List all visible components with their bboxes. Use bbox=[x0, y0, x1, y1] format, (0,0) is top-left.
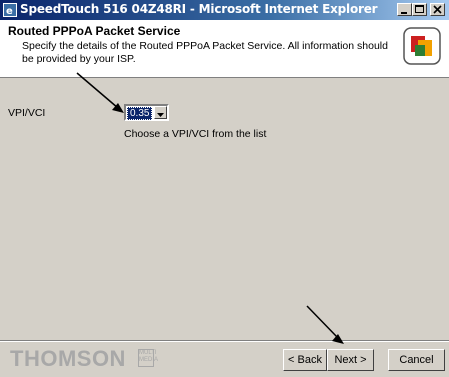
next-button[interactable]: Next > bbox=[327, 349, 374, 371]
vpi-vci-select[interactable]: 0.35 bbox=[124, 104, 169, 121]
title-bar[interactable]: e SpeedTouch 516 04Z48RI - Microsoft Int… bbox=[0, 0, 449, 20]
ie-icon: e bbox=[3, 3, 17, 17]
close-icon bbox=[433, 5, 442, 14]
minimize-button[interactable] bbox=[397, 3, 412, 16]
page-description: Specify the details of the Routed PPPoA … bbox=[22, 40, 388, 65]
vpi-vci-selected-value: 0.35 bbox=[127, 107, 153, 120]
cancel-button[interactable]: Cancel bbox=[388, 349, 445, 371]
wizard-window: e SpeedTouch 516 04Z48RI - Microsoft Int… bbox=[0, 0, 449, 377]
dropdown-button[interactable] bbox=[154, 106, 167, 119]
minimize-icon bbox=[401, 12, 407, 14]
page-title: Routed PPPoA Packet Service bbox=[8, 24, 181, 38]
thomson-brand: THOMSON bbox=[10, 346, 126, 371]
multimedia-badge: MULTI MEDIA bbox=[138, 349, 158, 367]
close-button[interactable] bbox=[430, 3, 445, 16]
window-title: SpeedTouch 516 04Z48RI - Microsoft Inter… bbox=[20, 2, 378, 16]
svg-text:e: e bbox=[6, 6, 13, 17]
back-button[interactable]: < Back bbox=[283, 349, 327, 371]
wizard-header: Routed PPPoA Packet Service Specify the … bbox=[0, 20, 449, 78]
vpi-vci-hint: Choose a VPI/VCI from the list bbox=[124, 128, 267, 140]
footer-divider bbox=[0, 340, 449, 342]
vpi-vci-label: VPI/VCI bbox=[8, 107, 46, 119]
thomson-logo-icon bbox=[403, 27, 441, 65]
maximize-icon bbox=[415, 5, 424, 13]
maximize-button[interactable] bbox=[412, 3, 427, 16]
dropdown-arrow-icon bbox=[157, 113, 164, 117]
